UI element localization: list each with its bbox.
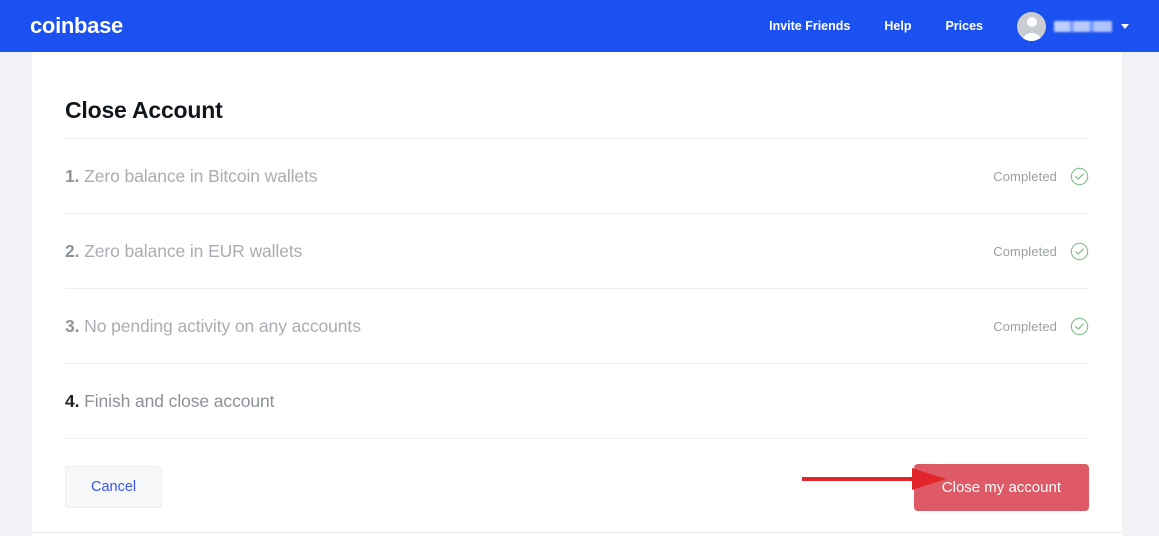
cancel-button[interactable]: Cancel [65,465,163,509]
checklist-row-2-status: Completed [993,242,1089,261]
top-navigation-bar: coinbase Invite Friends Help Prices [0,0,1159,52]
username-redacted [1054,20,1112,32]
nav-prices[interactable]: Prices [945,19,983,33]
checklist-row-2-label: 2. Zero balance in EUR wallets [65,241,302,262]
checklist-row-1-number: 1. [65,165,80,186]
account-menu[interactable] [1017,11,1129,41]
checklist-row-2-text: Zero balance in EUR wallets [84,240,303,261]
checklist-row-2: 2. Zero balance in EUR wallets Completed [65,214,1089,288]
circle-check-icon [1070,167,1089,186]
action-buttons-row: Cancel Close my account [65,439,1089,535]
checklist-row-3-status: Completed [993,317,1089,336]
status-badge: Completed [993,318,1057,334]
checklist-row-4-label: 4. Finish and close account [65,391,274,412]
checklist-row-1-status: Completed [993,167,1089,186]
coinbase-logo[interactable]: coinbase [30,13,123,39]
circle-check-icon [1070,242,1089,261]
page-background: Close Account 1. Zero balance in Bitcoin… [0,52,1159,536]
status-badge: Completed [993,243,1057,259]
checklist-row-4: 4. Finish and close account [65,364,1089,438]
divider-page-bottom [32,532,1122,533]
nav-right-group: Invite Friends Help Prices [769,0,1129,52]
checklist-row-1: 1. Zero balance in Bitcoin wallets Compl… [65,139,1089,213]
user-avatar-icon [1017,11,1046,41]
checklist-row-3-label: 3. No pending activity on any accounts [65,316,361,337]
checklist-row-3-text: No pending activity on any accounts [84,315,361,336]
card-content: Close Account 1. Zero balance in Bitcoin… [32,52,1122,535]
status-badge: Completed [993,168,1057,184]
checklist-row-4-text: Finish and close account [84,390,275,411]
nav-help[interactable]: Help [884,19,911,33]
checklist-row-1-text: Zero balance in Bitcoin wallets [84,165,318,186]
nav-invite-friends[interactable]: Invite Friends [769,19,850,33]
checklist-row-4-number: 4. [65,390,80,411]
checklist-row-2-number: 2. [65,240,80,261]
circle-check-icon [1070,317,1089,336]
chevron-down-icon [1121,23,1129,29]
close-account-card: Close Account 1. Zero balance in Bitcoin… [32,52,1122,536]
close-my-account-button[interactable]: Close my account [913,463,1089,511]
checklist-row-1-label: 1. Zero balance in Bitcoin wallets [65,165,318,187]
page-title: Close Account [65,97,223,123]
checklist-row-3: 3. No pending activity on any accounts C… [65,289,1089,363]
checklist-row-3-number: 3. [65,315,80,336]
